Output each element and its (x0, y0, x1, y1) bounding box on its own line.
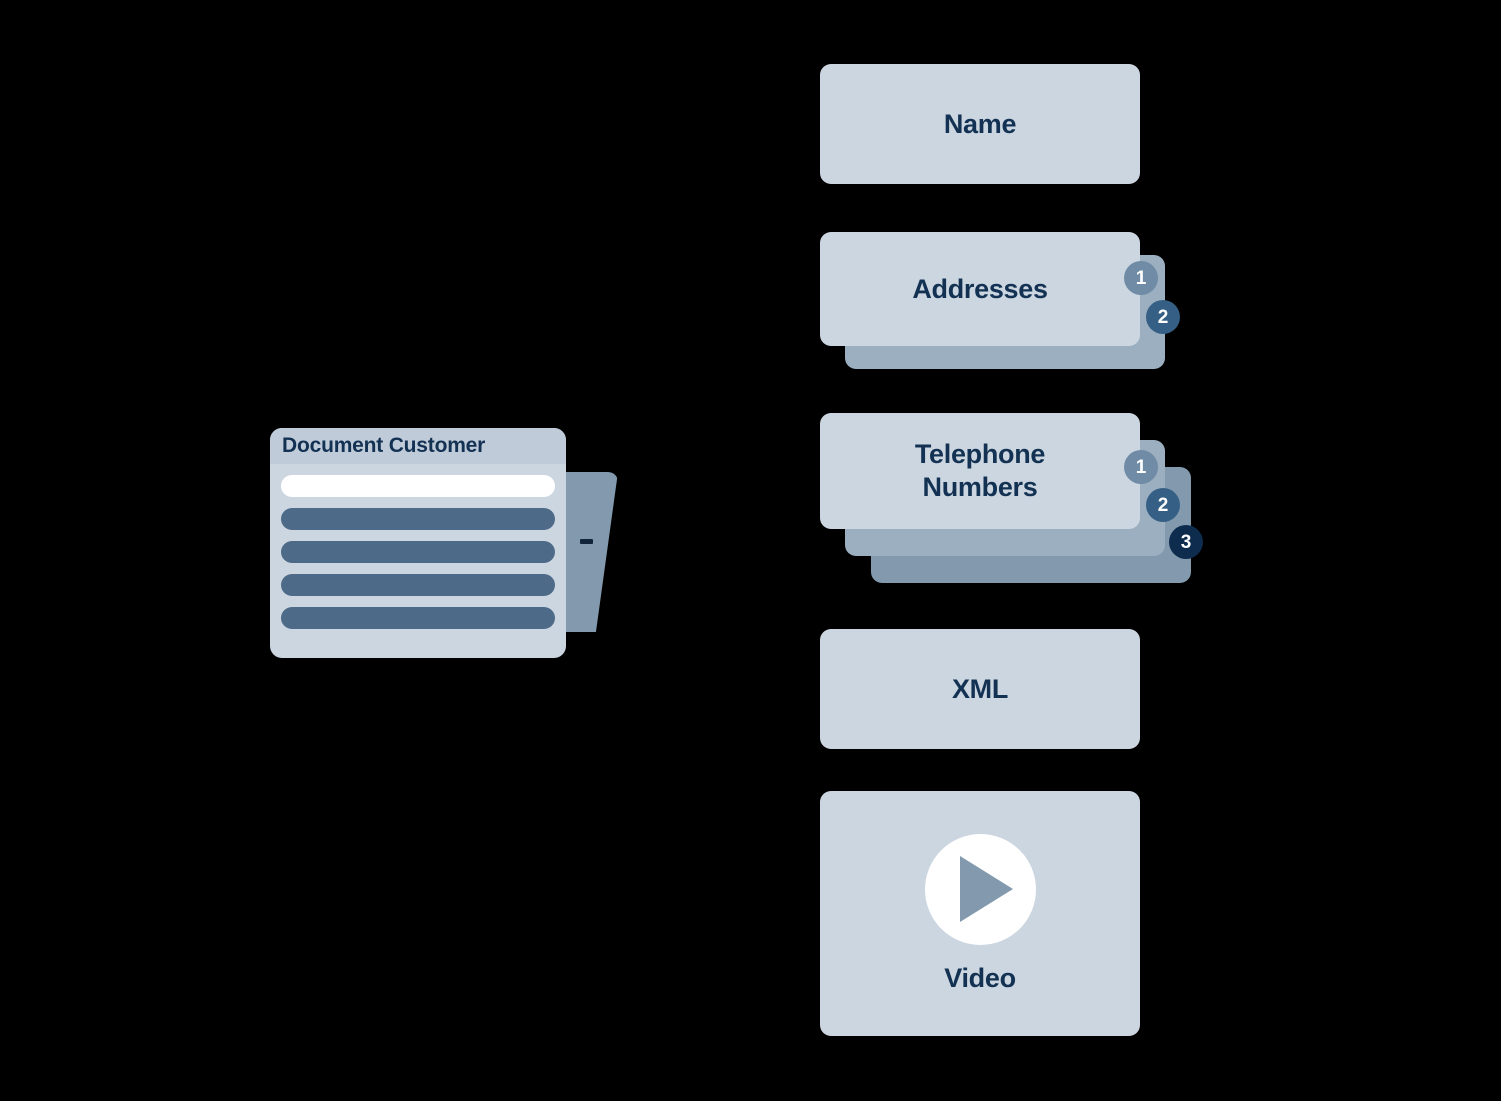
badge-addresses-1-value: 1 (1135, 267, 1147, 289)
card-video[interactable]: Video (820, 791, 1140, 1036)
document-fold-dash-icon (580, 539, 593, 544)
document-row-filled-1 (281, 508, 555, 530)
card-xml[interactable]: XML (820, 629, 1140, 749)
document-row-filled-4 (281, 607, 555, 629)
card-name-label: Name (943, 108, 1017, 139)
badge-telephone-3-value: 3 (1180, 531, 1192, 553)
document-row-list (270, 464, 566, 629)
card-addresses[interactable]: Addresses (820, 232, 1140, 346)
badge-addresses-1: 1 (1124, 261, 1158, 295)
play-triangle-icon (959, 856, 1013, 922)
card-telephone-numbers[interactable]: Telephone Numbers (820, 413, 1140, 529)
node-name: Name (820, 64, 1220, 184)
card-name[interactable]: Name (820, 64, 1140, 184)
badge-telephone-2: 2 (1146, 488, 1180, 522)
node-video: Video (820, 791, 1220, 1036)
badge-addresses-2-value: 2 (1157, 306, 1169, 328)
document-row-filled-3 (281, 574, 555, 596)
card-telephone-numbers-label-line-2: Numbers (922, 472, 1038, 502)
document-row-blank (281, 475, 555, 497)
document-title: Document Customer (282, 434, 486, 457)
card-video-label: Video (944, 962, 1016, 993)
document-card-header: Document Customer (270, 428, 566, 464)
node-xml: XML (820, 629, 1220, 749)
badge-telephone-1: 1 (1124, 450, 1158, 484)
document-card[interactable]: Document Customer (270, 428, 566, 658)
card-addresses-label: Addresses (912, 273, 1048, 304)
badge-telephone-2-value: 2 (1157, 494, 1169, 516)
badge-addresses-2: 2 (1146, 300, 1180, 334)
document-customer-group: Document Customer (270, 428, 630, 660)
card-telephone-numbers-label: Telephone Numbers (914, 438, 1046, 504)
card-telephone-numbers-label-line-1: Telephone (914, 439, 1046, 470)
diagram-canvas: Document Customer Name Addresses 1 2 Tel… (0, 0, 1501, 1101)
document-row-filled-2 (281, 541, 555, 563)
badge-telephone-3: 3 (1169, 525, 1203, 559)
node-telephone-numbers: Telephone Numbers 1 2 3 (820, 413, 1220, 593)
card-xml-label: XML (951, 673, 1009, 704)
play-icon[interactable] (924, 833, 1036, 945)
node-addresses: Addresses 1 2 (820, 232, 1220, 377)
video-content: Video (924, 833, 1036, 994)
document-fold-wedge (560, 472, 618, 632)
badge-telephone-1-value: 1 (1135, 456, 1147, 478)
